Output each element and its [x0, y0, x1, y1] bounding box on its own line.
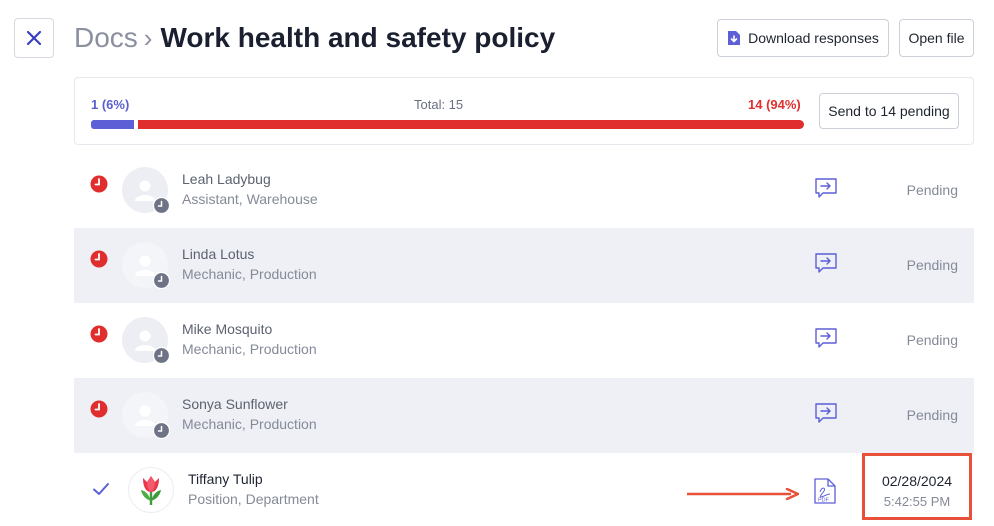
send-reminder-icon[interactable] — [814, 326, 838, 350]
employee-name: Leah Ladybug — [182, 171, 271, 187]
pending-count: 14 (94%) — [748, 97, 801, 112]
submission-timestamp-highlight: 02/28/2024 5:42:55 PM — [862, 453, 972, 520]
completed-count: 1 (6%) — [91, 97, 130, 112]
submission-time: 5:42:55 PM — [883, 494, 951, 509]
employee-role: Mechanic, Production — [182, 341, 317, 357]
progress-bar-completed — [91, 120, 134, 129]
employee-role: Mechanic, Production — [182, 266, 317, 282]
download-responses-label: Download responses — [748, 30, 879, 46]
employee-name: Mike Mosquito — [182, 321, 273, 337]
open-file-button[interactable]: Open file — [899, 19, 974, 57]
download-file-icon — [728, 31, 741, 45]
page-title: Work health and safety policy — [160, 22, 556, 53]
download-responses-button[interactable]: Download responses — [717, 19, 889, 57]
tulip-icon — [141, 476, 161, 505]
send-reminder-icon[interactable] — [814, 401, 838, 425]
status-text: Pending — [906, 182, 958, 198]
check-icon — [93, 483, 109, 495]
breadcrumb-docs[interactable]: Docs — [74, 22, 138, 54]
pending-clock-icon — [90, 325, 108, 343]
response-summary: 1 (6%) Total: 15 14 (94%) Send to 14 pen… — [74, 77, 974, 145]
pending-clock-icon — [90, 175, 108, 193]
send-reminder-icon[interactable] — [814, 251, 838, 275]
clock-badge-icon — [153, 272, 170, 289]
clock-badge-icon — [153, 197, 170, 214]
employee-name: Sonya Sunflower — [182, 396, 288, 412]
list-item: Tiffany Tulip Position, Department PDF 0… — [74, 453, 974, 526]
employee-role: Mechanic, Production — [182, 416, 317, 432]
status-text: Pending — [906, 332, 958, 348]
close-button[interactable] — [14, 18, 54, 58]
status-text: Pending — [906, 257, 958, 273]
annotation-arrow — [687, 488, 799, 500]
avatar — [128, 467, 174, 513]
list-item: Leah Ladybug Assistant, Warehouse Pendin… — [74, 153, 974, 228]
clock-badge-icon — [153, 422, 170, 439]
employee-role: Position, Department — [188, 491, 319, 507]
list-item: Linda Lotus Mechanic, Production Pending — [74, 228, 974, 303]
send-to-pending-button[interactable]: Send to 14 pending — [819, 93, 959, 129]
breadcrumb-separator: › — [143, 22, 153, 53]
employee-name: Linda Lotus — [182, 246, 255, 262]
employee-name: Tiffany Tulip — [188, 471, 263, 487]
progress-bar-pending — [138, 120, 804, 129]
submission-date: 02/28/2024 — [881, 473, 953, 489]
send-reminder-icon[interactable] — [814, 176, 838, 200]
close-icon — [26, 30, 42, 46]
pending-clock-icon — [90, 400, 108, 418]
total-count: Total: 15 — [414, 97, 464, 112]
pdf-file-icon[interactable]: PDF — [814, 478, 836, 504]
pending-clock-icon — [90, 250, 108, 268]
clock-badge-icon — [153, 347, 170, 364]
svg-text:PDF: PDF — [818, 498, 830, 504]
breadcrumb: Docs › Work health and safety policy — [74, 18, 555, 58]
list-item: Sonya Sunflower Mechanic, Production Pen… — [74, 378, 974, 453]
status-text: Pending — [906, 407, 958, 423]
list-item: Mike Mosquito Mechanic, Production Pendi… — [74, 303, 974, 378]
employee-role: Assistant, Warehouse — [182, 191, 318, 207]
